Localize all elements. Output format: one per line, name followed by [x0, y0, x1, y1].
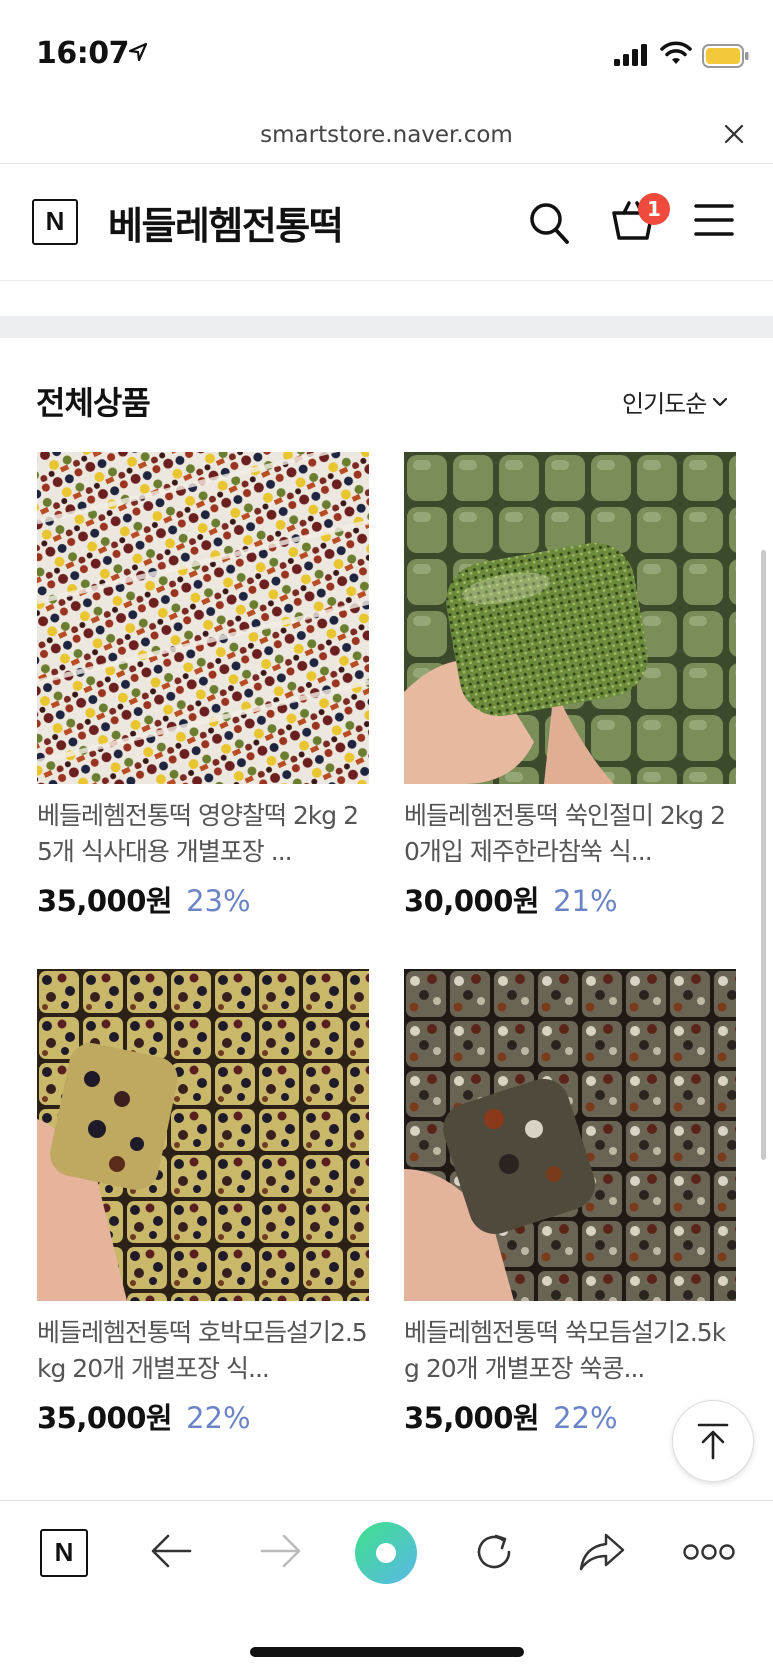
discount-rate: 21%: [553, 884, 618, 918]
product-name[interactable]: 베들레헴전통떡 쑥인절미 2kg 20개입 제주한라참쑥 식...: [404, 798, 736, 870]
back-icon[interactable]: [150, 1531, 194, 1571]
signal-icon: [614, 44, 647, 66]
address-bar[interactable]: smartstore.naver.com: [0, 110, 773, 164]
naver-logo[interactable]: N: [32, 199, 78, 245]
product-name[interactable]: 베들레헴전통떡 쑥모듬설기2.5kg 20개 개별포장 쑥콩...: [404, 1315, 736, 1387]
search-icon[interactable]: [528, 201, 570, 245]
forward-icon[interactable]: [258, 1531, 302, 1571]
price-row: 35,000원 22%: [37, 1395, 369, 1437]
product-price: 35,000원: [404, 1401, 540, 1435]
product-name[interactable]: 베들레헴전통떡 호박모듬설기2.5kg 20개 개별포장 식...: [37, 1315, 369, 1387]
home-indicator: [250, 1647, 524, 1657]
price-row: 35,000원 23%: [37, 878, 369, 920]
wifi-icon: [660, 41, 692, 64]
section-title: 전체상품: [36, 384, 151, 422]
reload-icon[interactable]: [472, 1530, 516, 1574]
product-image[interactable]: [37, 969, 369, 1301]
close-icon[interactable]: [722, 122, 746, 146]
share-icon[interactable]: [578, 1531, 626, 1573]
product-price: 35,000원: [37, 1401, 173, 1435]
store-name[interactable]: 베들레헴전통떡: [108, 195, 344, 250]
scroll-top-button[interactable]: [672, 1400, 754, 1482]
divider-band: [0, 316, 773, 338]
product-price: 30,000원: [404, 884, 540, 918]
discount-rate: 22%: [553, 1401, 618, 1435]
discount-rate: 22%: [186, 1401, 251, 1435]
sort-dropdown[interactable]: 인기도순: [622, 384, 728, 419]
url-text: smartstore.naver.com: [260, 122, 513, 148]
more-icon[interactable]: [683, 1543, 735, 1561]
chevron-down-icon: [713, 397, 728, 406]
price-row: 30,000원 21%: [404, 878, 736, 920]
cart-count-badge: 1: [638, 193, 670, 225]
sort-label: 인기도순: [622, 390, 707, 418]
product-card[interactable]: 베들레헴전통떡 쑥모듬설기2.5kg 20개 개별포장 쑥콩... 35,000…: [404, 969, 736, 1437]
battery-icon: [702, 44, 749, 68]
status-bar: 16:07: [0, 0, 773, 110]
product-card[interactable]: 베들레헴전통떡 호박모듬설기2.5kg 20개 개별포장 식... 35,000…: [37, 969, 369, 1437]
product-image[interactable]: [37, 452, 369, 784]
green-dot-button[interactable]: [354, 1521, 418, 1585]
naver-home-button[interactable]: N: [40, 1529, 88, 1577]
product-price: 35,000원: [37, 884, 173, 918]
discount-rate: 23%: [186, 884, 251, 918]
menu-icon[interactable]: [694, 203, 734, 237]
product-card[interactable]: 베들레헴전통떡 영양찰떡 2kg 25개 식사대용 개별포장 ... 35,00…: [37, 452, 369, 920]
status-time: 16:07: [36, 36, 130, 71]
scrollbar[interactable]: [761, 550, 766, 1160]
location-arrow-icon: [128, 42, 148, 62]
product-name[interactable]: 베들레헴전통떡 영양찰떡 2kg 25개 식사대용 개별포장 ...: [37, 798, 369, 870]
bottom-toolbar: N: [0, 1500, 773, 1674]
scroll-top-icon: [697, 1423, 729, 1460]
product-card[interactable]: 베들레헴전통떡 쑥인절미 2kg 20개입 제주한라참쑥 식... 30,000…: [404, 452, 736, 920]
product-image[interactable]: [404, 969, 736, 1301]
product-image[interactable]: [404, 452, 736, 784]
